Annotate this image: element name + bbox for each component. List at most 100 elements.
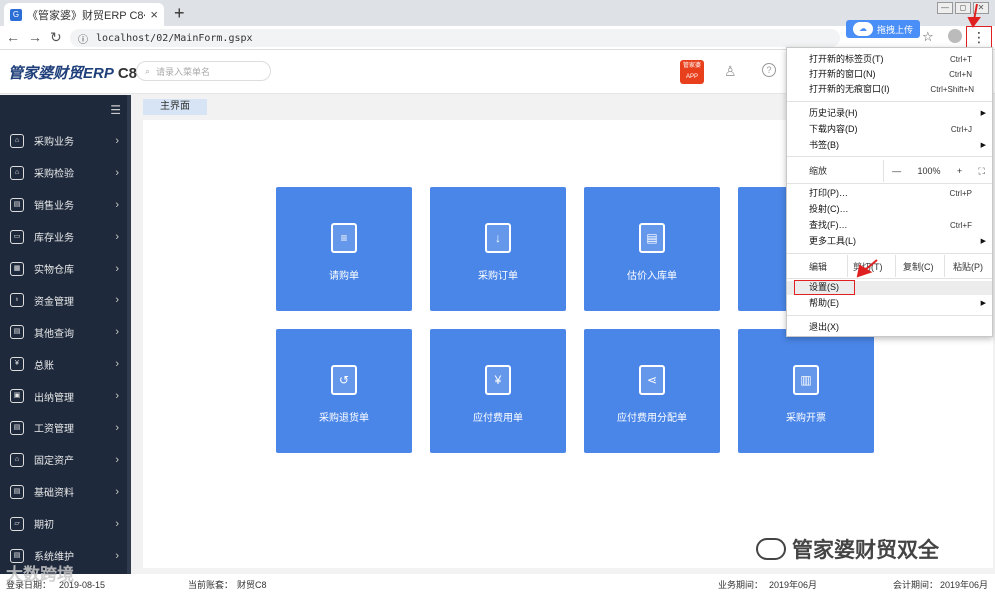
chrome-menu-icon[interactable]: ⋮ (966, 26, 992, 49)
document-icon: ↓ (485, 223, 511, 253)
menu-new-tab[interactable]: 打开新的标签页(T) Ctrl+T (787, 52, 992, 67)
menu-new-window[interactable]: 打开新的窗口(N) Ctrl+N (787, 67, 992, 82)
watermark-right-text: 管家婆财贸双全 (792, 539, 939, 562)
document-icon: ↺ (331, 365, 357, 395)
settings-highlight-box (794, 280, 855, 295)
mobile-app-badge[interactable]: 管家婆APP (680, 60, 704, 84)
module-icon: ⌂ (10, 452, 24, 467)
menu-search-input[interactable]: ⌕ 请录入菜单名 (136, 61, 271, 81)
module-icon: ▦ (10, 261, 24, 276)
tile-label: 应付费用单 (473, 413, 523, 424)
sidebar-item-label: 其他查询 (34, 328, 74, 340)
bookmark-star-icon[interactable]: ☆ (922, 29, 934, 45)
menu-zoom: 缩放 — 100% + ⛶ (787, 160, 992, 182)
sidebar-item[interactable]: ▣ 出纳管理 › (0, 380, 131, 412)
sidebar-item[interactable]: ⌂ 固定资产 › (0, 444, 131, 476)
sidebar-item[interactable]: ⌂ 采购业务 › (0, 125, 131, 157)
info-icon[interactable]: ⓘ (78, 31, 88, 46)
sidebar-scrollbar[interactable] (127, 95, 131, 574)
function-tile[interactable]: ▤ 估价入库单 (584, 187, 720, 311)
current-account: 当前账套： 财贸C8 (188, 580, 267, 590)
tab-main[interactable]: 主界面 (143, 99, 207, 115)
chevron-right-icon: › (115, 230, 119, 243)
app-logo: 管家婆财贸ERP C8 (8, 62, 137, 83)
paste-button[interactable]: 粘贴(P) (953, 260, 983, 273)
help-icon[interactable]: ? (762, 63, 776, 77)
sidebar-item-label: 总账 (34, 360, 54, 372)
sidebar-item[interactable]: ▤ 其他查询 › (0, 316, 131, 348)
menu-exit[interactable]: 退出(X) (787, 320, 992, 335)
forward-icon[interactable]: → (28, 29, 42, 45)
sidebar-item-label: 固定资产 (34, 456, 74, 468)
reload-icon[interactable]: ↻ (50, 29, 62, 46)
tile-label: 请购单 (329, 271, 359, 282)
module-icon: ▤ (10, 484, 24, 499)
sidebar-item[interactable]: ▦ 实物仓库 › (0, 253, 131, 285)
tile-label: 采购开票 (786, 413, 826, 424)
tile-label: 采购退货单 (319, 413, 369, 424)
logo-edition: C8 (117, 65, 138, 82)
document-icon: ≡ (331, 223, 357, 253)
menu-bookmarks[interactable]: 书签(B) ▶ (787, 138, 992, 153)
sidebar-item[interactable]: ▤ 基础资料 › (0, 476, 131, 508)
user-icon[interactable]: ♙ (724, 63, 737, 80)
sidebar-item[interactable]: ♁ 资金管理 › (0, 284, 131, 316)
function-tile[interactable]: ≡ 请购单 (276, 187, 412, 311)
sidebar-item[interactable]: ¥ 总账 › (0, 348, 131, 380)
zoom-in-button[interactable]: + (957, 166, 962, 176)
watermark-right: 管家婆财贸双全 (756, 534, 939, 564)
sidebar-item[interactable]: ▭ 库存业务 › (0, 221, 131, 253)
module-icon: ⌂ (10, 133, 24, 148)
menu-find[interactable]: 查找(F)… Ctrl+F (787, 218, 992, 233)
upload-button[interactable]: ☁ 拖拽上传 (846, 20, 920, 38)
menu-print[interactable]: 打印(P)… Ctrl+P (787, 186, 992, 201)
sidebar-item[interactable]: ⌂ 采购检验 › (0, 157, 131, 189)
sidebar-item[interactable]: ▤ 工资管理 › (0, 412, 131, 444)
menu-cast[interactable]: 投射(C)… (787, 202, 992, 217)
menu-more-tools[interactable]: 更多工具(L) ▶ (787, 234, 992, 249)
sidebar: ☰ ⌂ 采购业务 › ⌂ 采购检验 › ▤ 销售业务 › ▭ 库存业务 › ▦ 实物仓库 › ♁ 资金管理 › ▤ 其… (0, 95, 131, 574)
document-icon: ▤ (639, 223, 665, 253)
menu-history[interactable]: 历史记录(H) ▶ (787, 106, 992, 121)
menu-help[interactable]: 帮助(E) ▶ (787, 296, 992, 311)
close-window-button[interactable]: ✕ (973, 2, 989, 14)
browser-tab[interactable]: G 《管家婆》财贸ERP C8<S> V19.0 × (4, 3, 164, 26)
function-tile[interactable]: ¥ 应付费用单 (430, 329, 566, 453)
menu-downloads[interactable]: 下载内容(D) Ctrl+J (787, 122, 992, 137)
business-period: 业务期间： 2019年06月 (718, 580, 818, 590)
sidebar-item-label: 出纳管理 (34, 392, 74, 404)
close-tab-icon[interactable]: × (150, 7, 158, 22)
cut-button[interactable]: 剪切(T) (853, 260, 883, 273)
sidebar-item[interactable]: ▱ 期初 › (0, 508, 131, 540)
profile-avatar-icon[interactable] (948, 29, 962, 43)
menu-collapse-icon[interactable]: ☰ (0, 95, 131, 125)
document-icon: ⋖ (639, 365, 665, 395)
function-tile[interactable]: ⋖ 应付费用分配单 (584, 329, 720, 453)
chevron-right-icon: › (115, 390, 119, 403)
status-bar: 登录日期： 2019-08-15 当前账套： 财贸C8 业务期间： 2019年06月 … (0, 574, 995, 592)
back-icon[interactable]: ← (6, 29, 20, 45)
chevron-right-icon: › (115, 421, 119, 434)
function-tile[interactable]: ↺ 采购退货单 (276, 329, 412, 453)
new-tab-button[interactable]: + (174, 3, 185, 23)
sidebar-item-label: 采购检验 (34, 169, 74, 181)
chrome-dropdown-menu: 打开新的标签页(T) Ctrl+T 打开新的窗口(N) Ctrl+N 打开新的无痕窗… (786, 47, 993, 337)
restore-button[interactable]: ◻ (955, 2, 971, 14)
url-input[interactable]: ⓘ localhost/02/MainForm.gspx (70, 29, 840, 47)
module-icon: ♁ (10, 293, 24, 308)
function-tile[interactable]: ↓ 采购订单 (430, 187, 566, 311)
chevron-right-icon: › (115, 294, 119, 307)
minimize-button[interactable]: — (937, 2, 953, 14)
watermark-left: 大数跨境 (6, 565, 74, 584)
zoom-out-button[interactable]: — (892, 166, 901, 176)
sidebar-item[interactable]: ▤ 销售业务 › (0, 189, 131, 221)
search-placeholder: 请录入菜单名 (156, 66, 211, 77)
tab-title: 《管家婆》财贸ERP C8<S> V19.0 (27, 9, 145, 22)
menu-edit-row: 编辑 剪切(T) 复制(C) 粘贴(P) (787, 255, 992, 277)
function-tile[interactable]: ▥ 采购开票 (738, 329, 874, 453)
fullscreen-icon[interactable]: ⛶ (979, 166, 985, 177)
menu-incognito[interactable]: 打开新的无痕窗口(I) Ctrl+Shift+N (787, 82, 992, 97)
copy-button[interactable]: 复制(C) (903, 260, 934, 273)
sidebar-item-label: 实物仓库 (34, 265, 74, 276)
sidebar-item-label: 库存业务 (34, 233, 74, 245)
